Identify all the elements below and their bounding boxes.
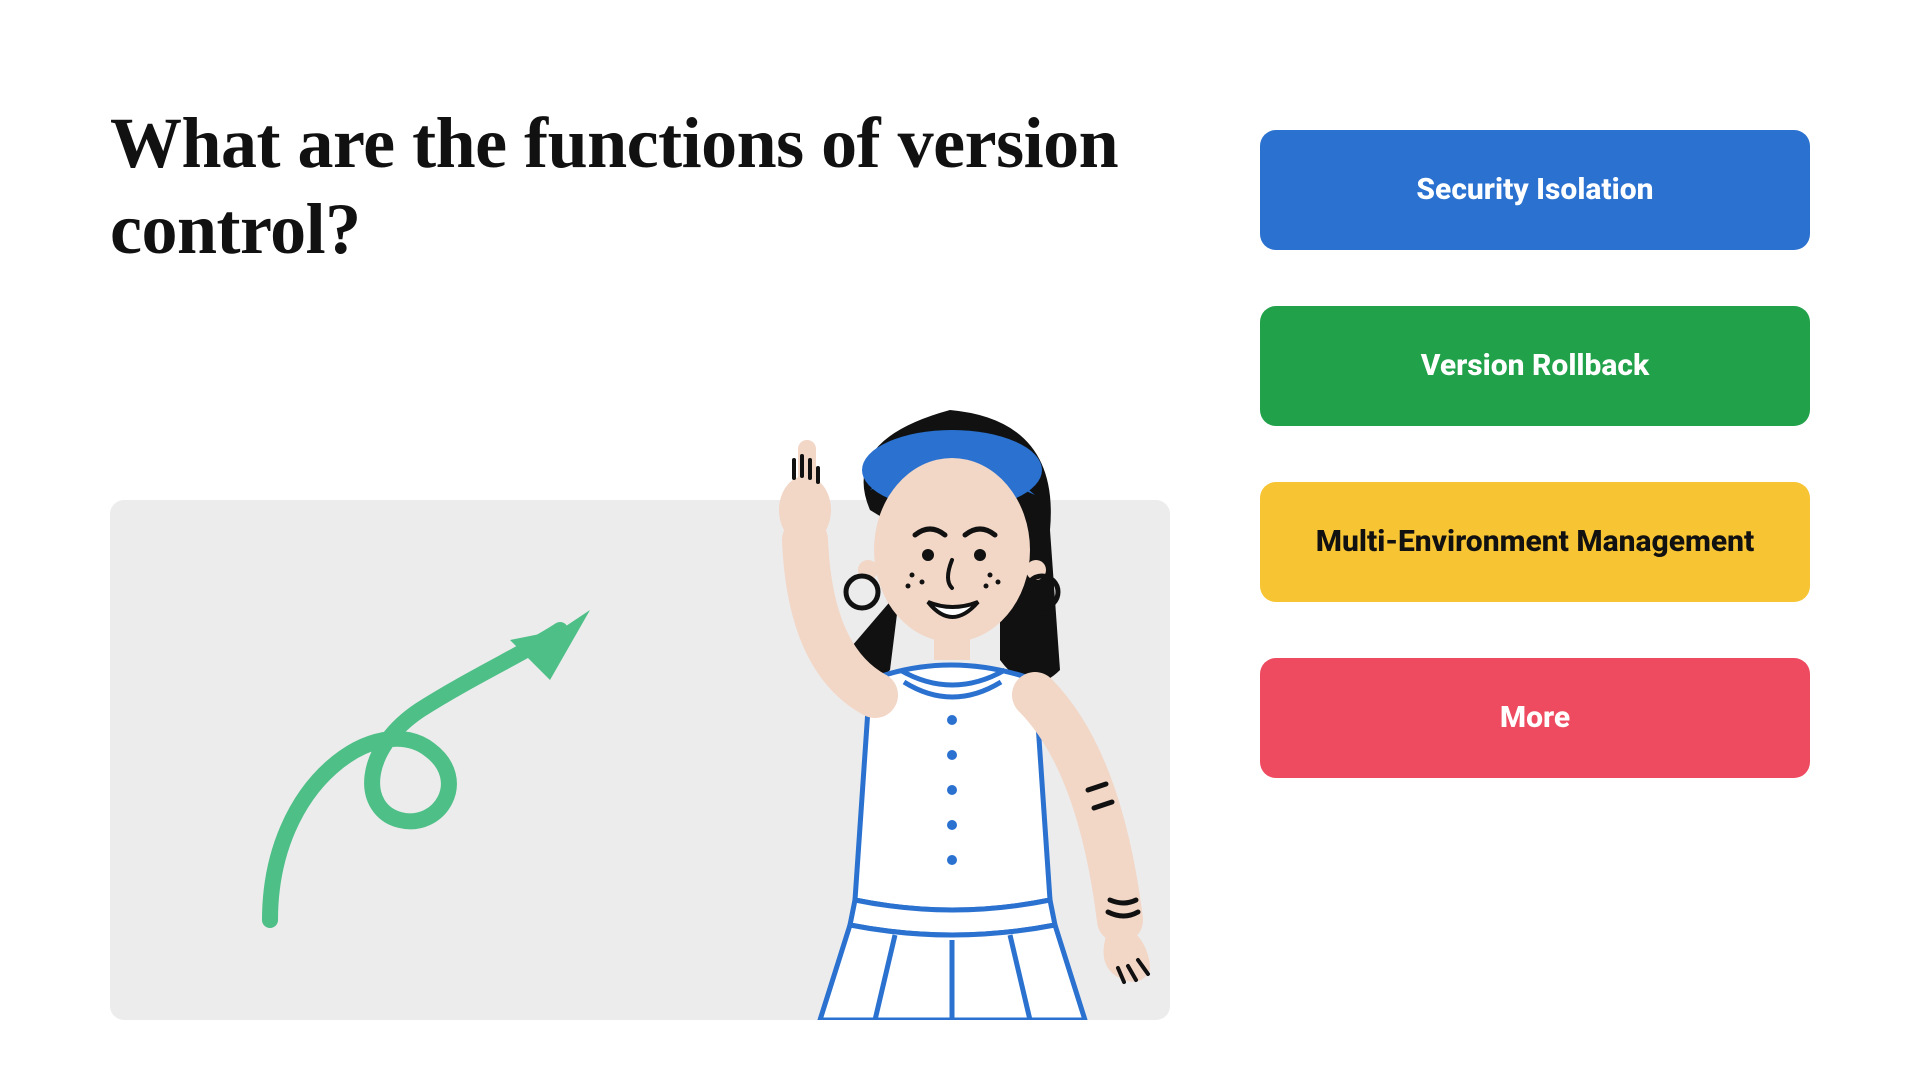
card-label: Security Isolation xyxy=(1416,172,1653,208)
slide: What are the functions of version contro… xyxy=(0,0,1920,1080)
card-label: Multi-Environment Management xyxy=(1316,524,1755,560)
pointing-woman-icon xyxy=(690,360,1210,1020)
card-label: More xyxy=(1500,700,1570,736)
card-multi-environment-management[interactable]: Multi-Environment Management xyxy=(1260,482,1810,602)
card-more[interactable]: More xyxy=(1260,658,1810,778)
curly-arrow-icon xyxy=(230,580,610,940)
left-column: What are the functions of version contro… xyxy=(110,100,1170,1020)
card-version-rollback[interactable]: Version Rollback xyxy=(1260,306,1810,426)
slide-title: What are the functions of version contro… xyxy=(110,100,1170,273)
illustration xyxy=(110,490,1170,1020)
card-label: Version Rollback xyxy=(1421,348,1650,384)
cards-column: Security Isolation Version Rollback Mult… xyxy=(1260,100,1810,1020)
card-security-isolation[interactable]: Security Isolation xyxy=(1260,130,1810,250)
